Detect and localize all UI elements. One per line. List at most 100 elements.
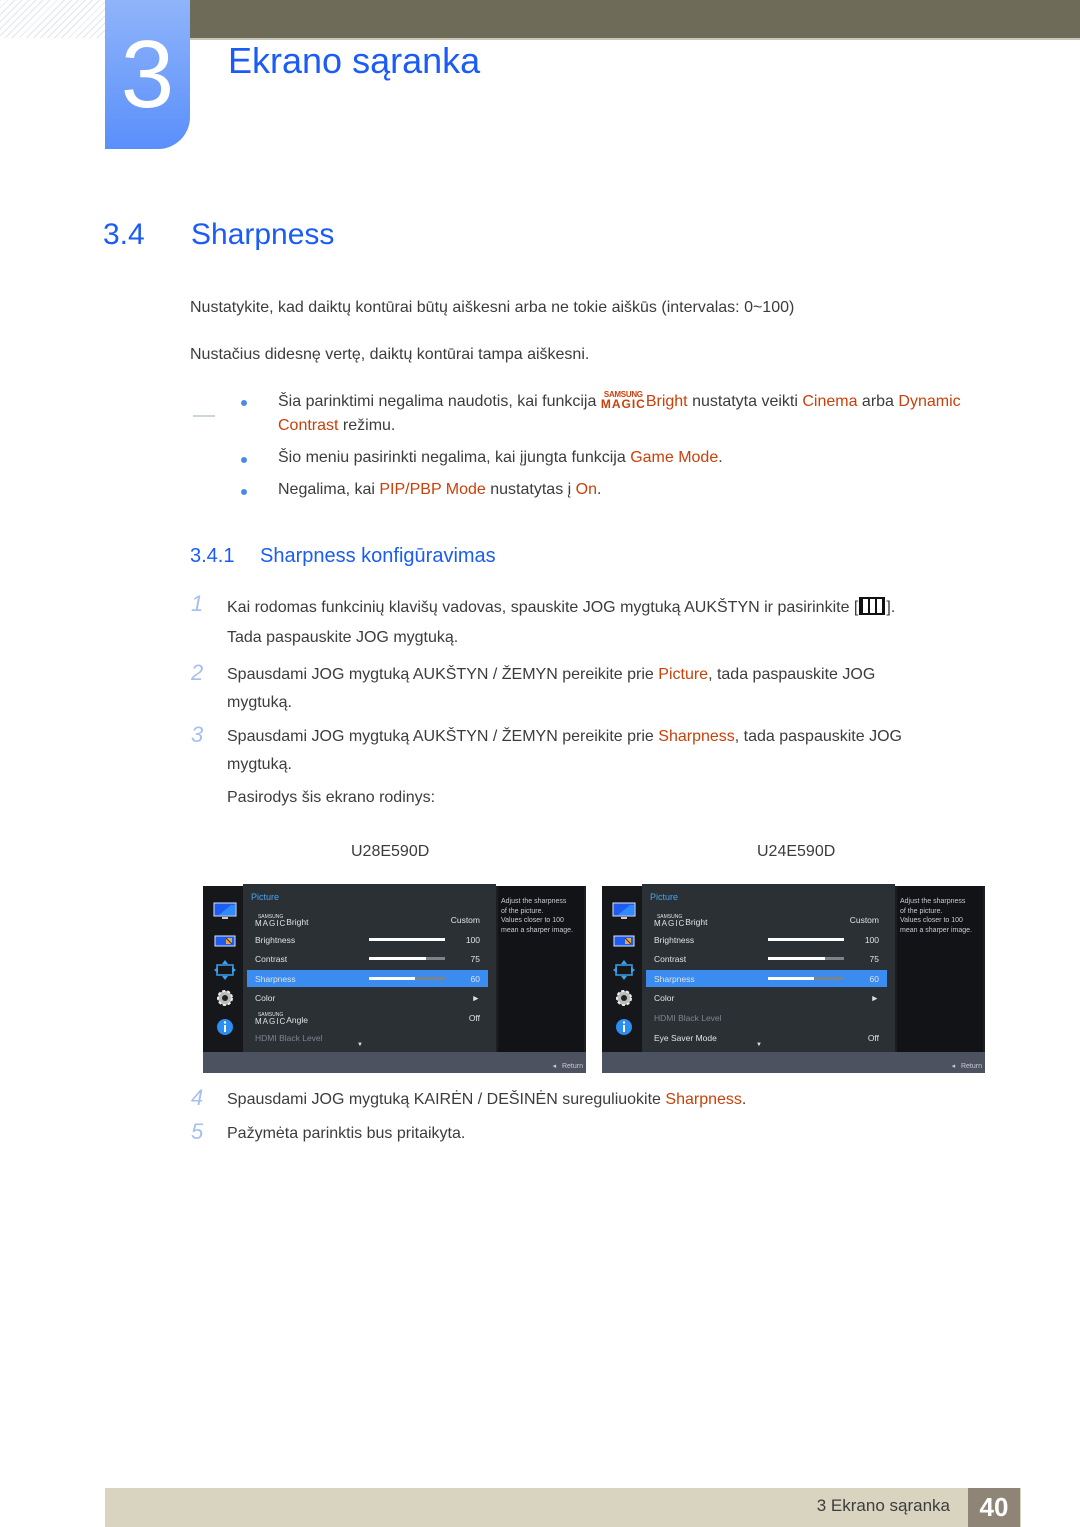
osd-item-label: Contrast — [255, 954, 288, 965]
scroll-down-arrow-icon[interactable]: ▼ — [357, 1042, 363, 1048]
intro-paragraph-1: Nustatykite, kad daiktų kontūrai būtų ai… — [190, 299, 795, 316]
info-icon[interactable] — [612, 1017, 636, 1042]
osd-item-label: SAMSUNG MAGIC Angle — [255, 1012, 308, 1026]
bullet-icon — [241, 457, 247, 463]
osd-level-slider[interactable] — [369, 957, 445, 961]
step-3-line-2: mygtuką. — [227, 756, 292, 773]
monitor-picture-icon[interactable] — [612, 902, 636, 925]
osd-item-value: Off — [468, 1013, 480, 1023]
step-number: 4 — [191, 1085, 204, 1110]
osd-menu-item[interactable]: Contrast 75 — [247, 950, 488, 967]
osd-bottom-bar — [602, 1052, 985, 1073]
samsung-magic-logo: SAMSUNG MAGIC — [255, 914, 287, 928]
osd-item-value: Custom — [450, 915, 480, 925]
osd-item-label: Contrast — [654, 954, 687, 965]
header-hatch-decoration — [0, 0, 105, 38]
step-4: Spausdami JOG mygtuką KAIRĖN / DEŠINĖN s… — [227, 1091, 747, 1108]
note-1: Šia parinktimi negalima naudotis, kai fu… — [278, 390, 961, 435]
samsung-magic-logo: SAMSUNG MAGIC — [654, 914, 686, 928]
osd-menu-item[interactable]: Sharpness 60 — [646, 969, 887, 987]
step-5: Pažymėta parinktis bus pritaikyta. — [227, 1125, 466, 1142]
osd-item-label: SAMSUNG MAGIC Bright — [255, 914, 309, 928]
step-3: Spausdami JOG mygtuką AUKŠTYN / ŽEMYN pe… — [227, 728, 902, 745]
page-number: 40 — [968, 1488, 1020, 1527]
section-title: 3.4 Sharpness — [103, 218, 334, 252]
subsection-number: 3.4.1 — [190, 545, 235, 567]
step-1: Kai rodomas funkcinių klavišų vadovas, s… — [227, 597, 896, 616]
chapter-title: Ekrano sąranka — [228, 40, 481, 81]
samsung-magic-logo: SAMSUNG MAGIC — [255, 1012, 287, 1026]
osd-item-value: 75 — [869, 954, 879, 965]
osd-level-slider[interactable] — [369, 976, 445, 980]
osd-item-value: ► — [471, 993, 480, 1004]
osd-item-value: 100 — [465, 934, 480, 945]
osd-return-button[interactable]: ◂ Return — [553, 1062, 583, 1070]
osd-menu-item[interactable]: Sharpness 60 — [247, 969, 488, 987]
chapter-number-badge: 3 — [105, 0, 190, 149]
osd-item-label: HDMI Black Level — [654, 1013, 722, 1023]
settings-gear-icon[interactable] — [213, 988, 237, 1013]
osd-menu-item[interactable]: Contrast 75 — [646, 950, 887, 967]
settings-gear-icon[interactable] — [612, 988, 636, 1013]
scroll-down-arrow-icon[interactable]: ▼ — [756, 1042, 762, 1048]
bullet-icon — [241, 489, 247, 495]
osd-item-label: Color — [654, 993, 675, 1004]
pip-icon[interactable] — [612, 934, 636, 953]
osd-item-label: Sharpness — [255, 973, 296, 984]
osd-screen-u28e590d: Picture SAMSUNG MAGIC Bright Custom Brightnes… — [203, 884, 586, 1074]
osd-item-value: 60 — [869, 973, 879, 984]
section-name: Sharpness — [191, 218, 335, 251]
osd-menu-item[interactable]: Brightness 100 — [646, 931, 887, 948]
note-3: Negalima, kai PIP/PBP Mode nustatytas į … — [278, 481, 602, 498]
osd-return-button[interactable]: ◂ Return — [952, 1062, 982, 1070]
model-label-right: U24E590D — [757, 843, 836, 860]
samsung-magic-logo: SAMSUNG MAGIC — [600, 390, 646, 411]
note-2: Šio meniu pasirinkti negalima, kai įjung… — [278, 449, 723, 466]
step-2: Spausdami JOG mygtuką AUKŠTYN / ŽEMYN pe… — [227, 666, 876, 683]
subsection-title: 3.4.1 Sharpness konfigūravimas — [190, 545, 496, 568]
step-number: 5 — [191, 1119, 204, 1144]
osd-item-value: Custom — [849, 915, 879, 925]
step-2-line-2: mygtuką. — [227, 694, 292, 711]
menu-icon — [859, 597, 886, 615]
left-arrow-icon: ◂ — [951, 1063, 956, 1070]
osd-menu-item[interactable]: Color ► — [646, 989, 887, 1006]
osd-menu-item[interactable]: HDMI Black Level — [247, 1029, 488, 1046]
osd-menu-item[interactable]: SAMSUNG MAGIC Bright Custom — [247, 911, 488, 928]
osd-menu-item[interactable]: Color ► — [247, 989, 488, 1006]
osd-menu-header: Picture — [650, 892, 679, 902]
note-icon — [193, 415, 215, 417]
osd-level-slider[interactable] — [768, 957, 844, 961]
osd-menu-item[interactable]: HDMI Black Level — [646, 1009, 887, 1026]
osd-menu-item[interactable]: SAMSUNG MAGIC Angle Off — [247, 1009, 488, 1026]
pip-icon[interactable] — [213, 934, 237, 953]
osd-item-label: Eye Saver Mode — [654, 1032, 717, 1043]
info-icon[interactable] — [213, 1017, 237, 1042]
footer-chapter-label: 3 Ekrano sąranka — [816, 1496, 950, 1515]
step-number: 1 — [191, 591, 204, 616]
osd-menu-item[interactable]: Eye Saver Mode Off — [646, 1029, 887, 1046]
osd-help-text: Adjust the sharpness of the picture. Value… — [498, 886, 584, 1052]
osd-menu-panel: Picture SAMSUNG MAGIC Bright Custom Brightnes… — [243, 884, 496, 1052]
osd-menu-item[interactable]: SAMSUNG MAGIC Bright Custom — [646, 911, 887, 928]
osd-item-value: 60 — [470, 973, 480, 984]
osd-screen-u24e590d: Picture SAMSUNG MAGIC Bright Custom Brightnes… — [602, 884, 985, 1074]
osd-level-slider[interactable] — [369, 937, 445, 941]
step-1-line-2: Tada paspauskite JOG mygtuką. — [227, 629, 459, 646]
osd-bottom-bar — [203, 1052, 586, 1073]
osd-help-text: Adjust the sharpness of the picture. Value… — [897, 886, 983, 1052]
osd-level-slider[interactable] — [768, 976, 844, 980]
osd-item-label: Color — [255, 993, 276, 1004]
bullet-icon — [241, 400, 247, 406]
osd-level-slider[interactable] — [768, 937, 844, 941]
osd-item-label: Brightness — [654, 934, 695, 945]
osd-menu-header: Picture — [251, 892, 280, 902]
osd-item-label: Sharpness — [654, 973, 695, 984]
model-label-left: U28E590D — [351, 843, 430, 860]
size-position-icon[interactable] — [213, 959, 237, 986]
osd-item-label: SAMSUNG MAGIC Bright — [654, 914, 708, 928]
monitor-picture-icon[interactable] — [213, 902, 237, 925]
osd-menu-item[interactable]: Brightness 100 — [247, 931, 488, 948]
step-3-line-3: Pasirodys šis ekrano rodinys: — [227, 789, 436, 806]
size-position-icon[interactable] — [612, 959, 636, 986]
